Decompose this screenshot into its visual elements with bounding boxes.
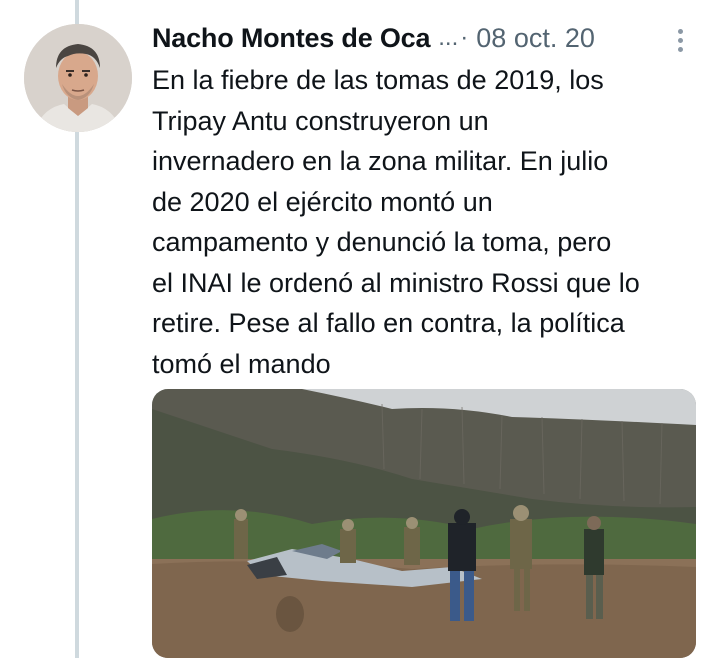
tweet-timestamp[interactable]: 08 oct. 20 [476, 23, 595, 54]
more-vertical-icon[interactable] [668, 24, 692, 56]
tweet-text-line: En la fiebre de las tomas de 2019, los [152, 65, 604, 95]
tweet-text-line: invernadero en la zona militar. En julio [152, 146, 609, 176]
tweet-text-line: Tripay Antu construyeron un [152, 105, 489, 136]
tweet-text-line: campamento y denunció la toma, pero [152, 227, 612, 257]
tweet-text-line: tomó el mando [152, 348, 331, 379]
tweet-media-photo[interactable] [152, 389, 696, 658]
tweet-text-line: el INAI le ordenó al ministro Rossi que … [152, 267, 640, 298]
tweet-text: En la fiebre de las tomas de 2019, los T… [152, 60, 697, 384]
avatar[interactable] [24, 24, 132, 132]
author-handle-ellipsis: ... [438, 24, 459, 51]
more-dot [677, 28, 683, 34]
more-dot [677, 37, 683, 43]
tweet-text-line: retire. Pese al fallo en contra, la polí… [152, 308, 625, 338]
photo-illustration [152, 389, 696, 658]
avatar-photo [24, 24, 132, 132]
header-separator: · [460, 24, 469, 51]
author-name[interactable]: Nacho Montes de Oca [152, 23, 430, 54]
tweet-text-line: de 2020 el ejército montó un [152, 186, 493, 217]
more-dot [677, 46, 683, 52]
tweet-header: Nacho Montes de Oca ... · 08 oct. 20 [152, 18, 692, 58]
